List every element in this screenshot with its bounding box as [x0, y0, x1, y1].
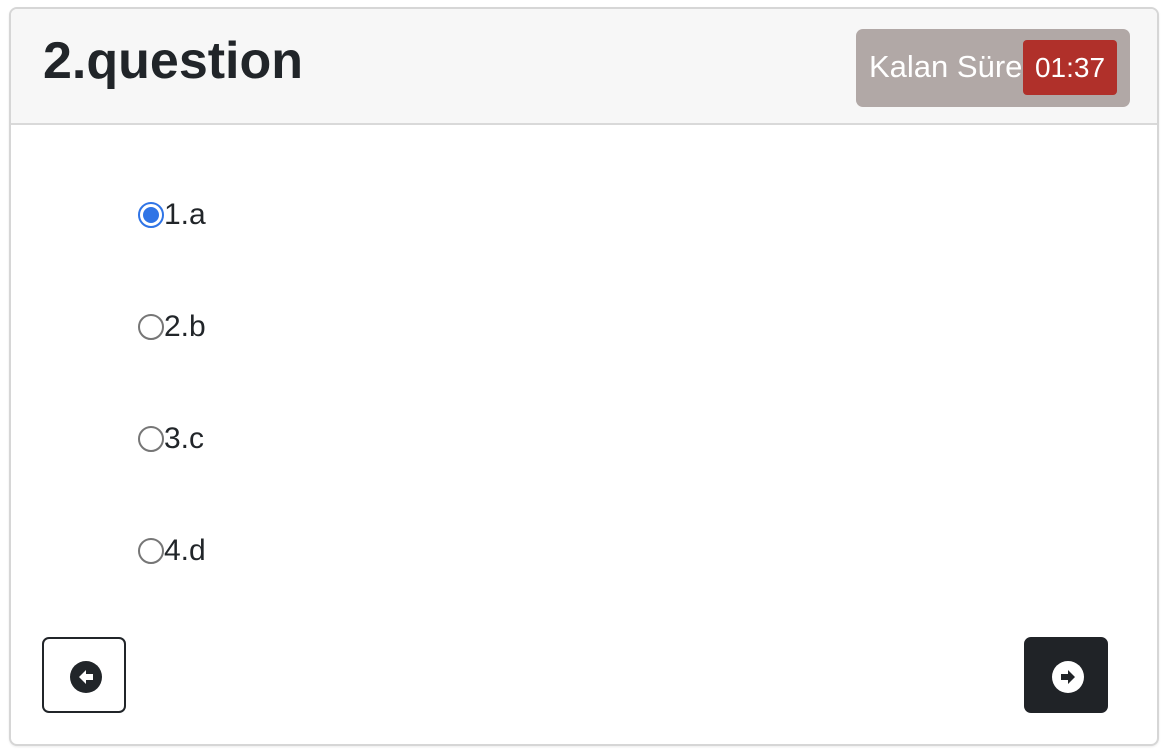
answer-option-2-radio[interactable]: [138, 314, 164, 340]
question-title: 2.question: [43, 32, 304, 90]
remaining-time-value: 01:37: [1023, 40, 1117, 95]
arrow-left-circle-icon: [70, 661, 102, 693]
next-question-button[interactable]: [1024, 637, 1108, 713]
answer-option-2[interactable]: 2.b: [138, 307, 358, 347]
answer-option-1[interactable]: 1.a: [138, 195, 358, 235]
answer-option-1-radio[interactable]: [138, 202, 164, 228]
answer-option-4[interactable]: 4.d: [138, 531, 358, 571]
answer-option-4-label[interactable]: 4.d: [164, 531, 206, 571]
answer-option-1-label[interactable]: 1.a: [164, 195, 206, 235]
answer-option-3-radio[interactable]: [138, 426, 164, 452]
answer-option-2-label[interactable]: 2.b: [164, 307, 206, 347]
remaining-time-label: Kalan Süre: [869, 49, 1023, 84]
arrow-right-circle-icon: [1052, 661, 1084, 693]
previous-question-button[interactable]: [42, 637, 126, 713]
answer-option-4-radio[interactable]: [138, 538, 164, 564]
answer-option-3-label[interactable]: 3.c: [164, 419, 204, 459]
remaining-time-box: Kalan Süre 01:37: [856, 29, 1130, 107]
question-card: 2.question Kalan Süre 01:37 1.a 2.b 3.c …: [9, 7, 1159, 746]
answer-option-3[interactable]: 3.c: [138, 419, 358, 459]
question-header: 2.question Kalan Süre 01:37: [11, 9, 1157, 125]
